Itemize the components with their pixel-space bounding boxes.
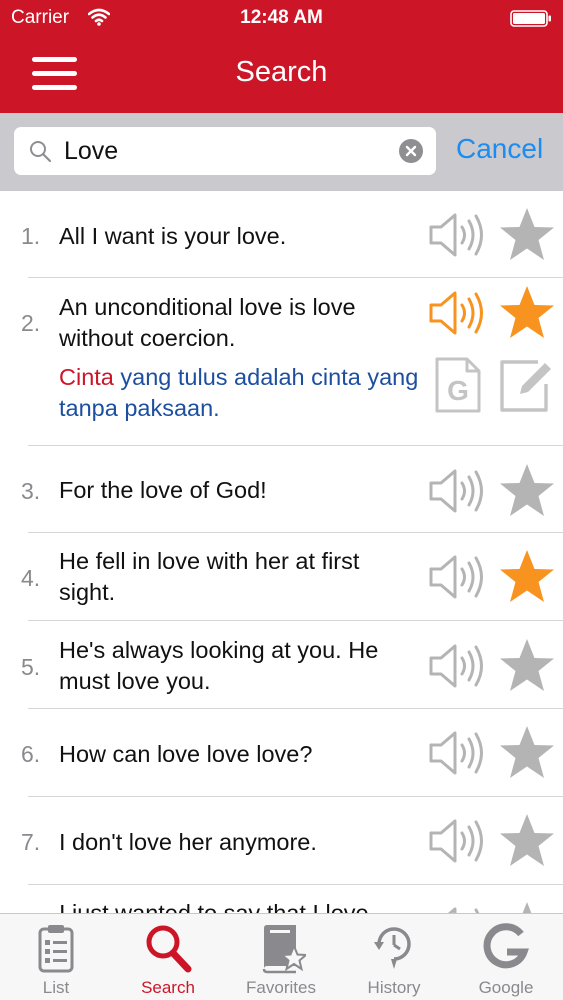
status-bar: Carrier 12:48 AM (0, 0, 563, 38)
star-icon-favorited[interactable] (497, 548, 557, 606)
row-number: 2. (21, 310, 41, 336)
tab-bar: List Search Favorites History Google (0, 913, 563, 1000)
speaker-icon[interactable] (428, 468, 488, 514)
list-item[interactable]: 6. How can love love love? (0, 709, 563, 797)
list-item[interactable]: 8. I just wanted to say that I love (0, 885, 563, 913)
magnifier-icon (146, 925, 192, 973)
tab-label: History (367, 978, 421, 997)
row-number: 1. (21, 223, 41, 249)
speaker-icon[interactable] (428, 818, 488, 864)
translation-text: yang tulus adalah cinta yang tanpa paksa… (59, 364, 419, 421)
page-title: Search (235, 56, 328, 88)
history-clock-icon (374, 927, 411, 969)
clipboard-list-icon (38, 925, 74, 973)
row-text: He fell in love with her at first sight. (59, 548, 360, 605)
search-field[interactable] (14, 127, 436, 175)
speaker-icon-active[interactable] (428, 290, 488, 336)
row-text: I just wanted to say that I love (59, 900, 369, 913)
list-item[interactable]: 1. All I want is your love. (0, 191, 563, 278)
speaker-icon[interactable] (428, 643, 488, 689)
tab-list[interactable]: List (0, 914, 112, 1000)
row-number: 3. (21, 478, 41, 504)
tab-google[interactable]: Google (450, 914, 562, 1000)
star-icon[interactable] (497, 724, 557, 782)
star-icon[interactable] (497, 637, 557, 695)
status-time: 12:48 AM (240, 7, 323, 28)
cancel-button[interactable]: Cancel (456, 133, 543, 165)
tab-label: Favorites (246, 978, 316, 997)
list-item[interactable]: 3. For the love of God! (0, 446, 563, 533)
header: Carrier 12:48 AM Search (0, 0, 563, 113)
list-item-expanded[interactable]: 2. An unconditional love is love without… (0, 278, 563, 446)
tab-label: List (42, 978, 70, 997)
star-icon-favorited[interactable] (497, 284, 557, 342)
row-text: An unconditional love is love without co… (59, 294, 356, 351)
results-list[interactable]: 1. All I want is your love. 2. An uncond… (0, 191, 563, 913)
row-text: How can love love love? (59, 741, 313, 767)
book-star-icon (262, 925, 306, 974)
tab-history[interactable]: History (338, 914, 450, 1000)
row-text: I don't love her anymore. (59, 829, 317, 855)
google-g-icon (483, 923, 529, 969)
row-translation: Cinta yang tulus adalah cinta yang tanpa… (59, 362, 419, 424)
row-text: All I want is your love. (59, 223, 287, 249)
star-icon[interactable] (497, 900, 557, 913)
row-number: 4. (21, 565, 41, 591)
clear-search-icon[interactable] (399, 139, 423, 163)
search-icon (30, 141, 52, 163)
svg-text:G: G (447, 375, 469, 406)
search-bar: Cancel (0, 113, 563, 191)
translation-highlight: Cinta (59, 364, 114, 390)
row-number: 6. (21, 741, 41, 767)
speaker-icon[interactable] (428, 730, 488, 776)
speaker-icon[interactable] (428, 906, 488, 913)
tab-favorites[interactable]: Favorites (225, 914, 337, 1000)
list-item[interactable]: 5. He's always looking at you. He must l… (0, 621, 563, 709)
row-text: He's always looking at you. He must love… (59, 637, 379, 694)
tab-search[interactable]: Search (112, 914, 224, 1000)
list-item[interactable]: 4. He fell in love with her at first sig… (0, 533, 563, 621)
list-item[interactable]: 7. I don't love her anymore. (0, 797, 563, 885)
row-number: 5. (21, 654, 41, 680)
battery-icon (510, 10, 551, 27)
search-input[interactable] (64, 133, 394, 169)
speaker-icon[interactable] (428, 212, 488, 258)
google-translate-icon[interactable]: G (434, 356, 482, 414)
row-text: For the love of God! (59, 477, 267, 503)
star-icon[interactable] (497, 206, 557, 264)
tab-label: Search (141, 978, 195, 997)
tab-label: Google (478, 978, 534, 997)
edit-icon[interactable] (498, 358, 554, 414)
star-icon[interactable] (497, 812, 557, 870)
row-number: 7. (21, 829, 41, 855)
speaker-icon[interactable] (428, 554, 488, 600)
star-icon[interactable] (497, 462, 557, 520)
